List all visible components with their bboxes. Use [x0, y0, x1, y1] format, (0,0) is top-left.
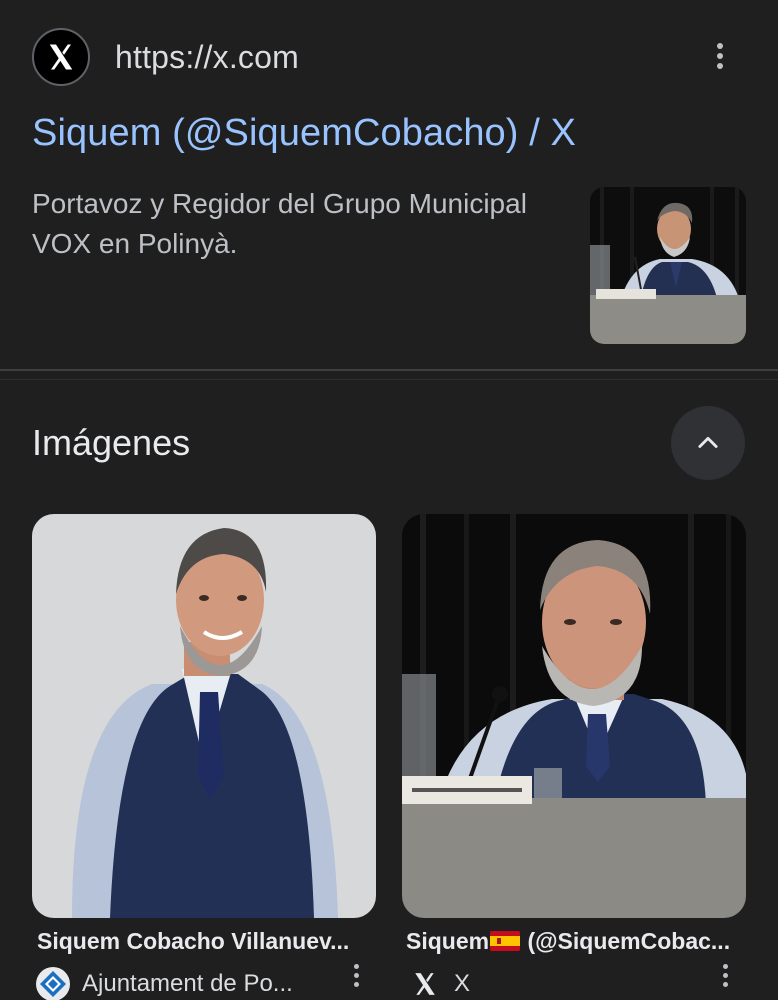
more-vert-icon[interactable] [710, 40, 730, 74]
ajuntament-logo-icon [36, 967, 70, 1000]
x-logo-icon [32, 28, 90, 86]
site-url: https://x.com [115, 38, 299, 75]
collapse-button[interactable] [671, 406, 745, 480]
image-result-1[interactable] [32, 514, 376, 918]
search-result: https://x.com Siquem (@SiquemCobacho) / … [0, 0, 778, 370]
image-source-1[interactable]: Ajuntament de Po... [36, 966, 293, 1000]
source-name: X [454, 970, 471, 997]
more-vert-icon[interactable] [349, 962, 363, 992]
image-caption-2[interactable]: Siquem (@SiquemCobac... [406, 928, 730, 955]
images-section-title: Imágenes [32, 422, 191, 463]
more-vert-icon[interactable] [718, 962, 732, 992]
section-divider-shadow [0, 379, 778, 380]
chevron-up-icon [698, 436, 718, 448]
site-header[interactable]: https://x.com [32, 28, 752, 86]
image-caption-1[interactable]: Siquem Cobacho Villanuev... [37, 928, 349, 955]
source-name: Ajuntament de Po... [82, 970, 293, 997]
section-divider [0, 369, 778, 371]
image-result-2[interactable] [402, 514, 746, 918]
result-snippet: Portavoz y Regidor del Grupo Municipal V… [32, 188, 527, 259]
spain-flag-icon [490, 931, 521, 951]
result-thumbnail[interactable] [590, 187, 746, 344]
result-title-link[interactable]: Siquem (@SiquemCobacho) / X [32, 112, 576, 155]
image-source-2[interactable]: X [408, 966, 470, 1000]
caption-suffix: (@SiquemCobac... [521, 928, 731, 954]
caption-prefix: Siquem [406, 928, 490, 954]
x-logo-icon [408, 967, 442, 1000]
